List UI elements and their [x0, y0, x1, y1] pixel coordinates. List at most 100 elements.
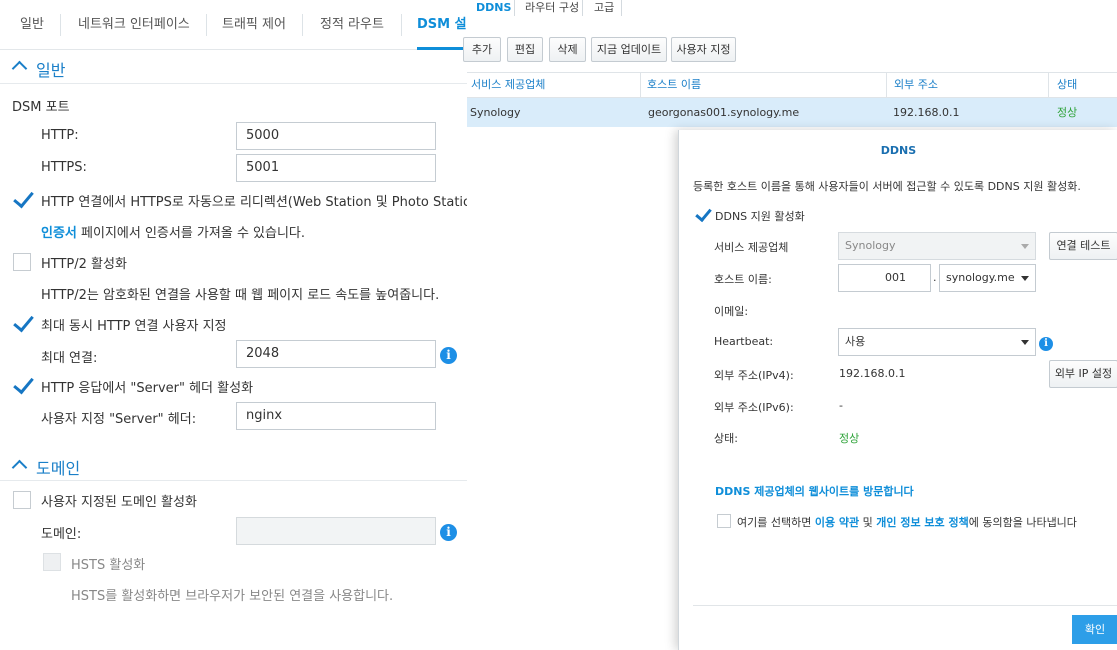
dsm-port-label: DSM 포트	[12, 100, 70, 115]
server-header-checkbox[interactable]	[12, 375, 34, 395]
http2-label: HTTP/2 활성화	[41, 257, 127, 272]
tab-divider	[401, 14, 402, 36]
privacy-policy-link[interactable]: 개인 정보 보호 정책	[876, 516, 968, 529]
provider-select[interactable]: Synology	[838, 232, 1036, 260]
ipv6-value: -	[839, 399, 843, 412]
max-connections-label: 최대 연결:	[41, 351, 98, 366]
provider-label: 서비스 제공업체	[714, 241, 789, 254]
edit-button[interactable]: 편집	[507, 37, 543, 62]
https-port-input[interactable]: 5001	[236, 154, 436, 182]
ipv6-label: 외부 주소(IPv6):	[714, 401, 794, 414]
email-label: 이메일:	[714, 305, 749, 318]
section-title-domain[interactable]: 도메인	[36, 455, 80, 479]
domain-select-value: synology.me	[946, 271, 1015, 284]
max-connections-checkbox[interactable]	[12, 313, 34, 333]
server-header-input[interactable]: nginx	[236, 402, 436, 430]
info-icon[interactable]: i	[440, 347, 457, 364]
enable-ddns-checkbox[interactable]	[695, 206, 711, 222]
hostname-input[interactable]: 001	[838, 264, 931, 292]
section-divider	[0, 83, 467, 84]
chevron-down-icon	[1021, 276, 1029, 281]
cell-external-address: 192.168.0.1	[893, 106, 960, 119]
customize-button[interactable]: 사용자 지정	[671, 37, 736, 62]
visit-provider-link[interactable]: DDNS 제공업체의 웹사이트를 방문합니다	[715, 485, 914, 498]
chevron-up-icon[interactable]	[11, 60, 28, 77]
visit-provider-hint: DDNS 제공업체의 웹사이트를 방문합니다	[715, 483, 914, 499]
section-title-general[interactable]: 일반	[36, 57, 65, 81]
terms-and: 및	[859, 516, 877, 529]
https-redirect-label: HTTP 연결에서 HTTPS로 자동으로 리디렉션(Web Station 및…	[41, 195, 467, 210]
status-value: 정상	[839, 432, 860, 445]
tab-ddns[interactable]: DDNS	[476, 0, 511, 20]
https-redirect-checkbox[interactable]	[12, 189, 34, 209]
https-port-label: HTTPS:	[41, 160, 87, 175]
server-header-check-label: HTTP 응답에서 "Server" 헤더 활성화	[41, 381, 254, 396]
status-label: 상태:	[714, 432, 738, 445]
hsts-checkbox[interactable]	[43, 553, 61, 571]
max-connections-check-label: 최대 동시 HTTP 연결 사용자 지정	[41, 319, 227, 334]
hsts-label: HSTS 활성화	[71, 558, 146, 573]
table-row[interactable]: Synology georgonas001.synology.me 192.16…	[467, 98, 1117, 127]
dsm-settings-panel: 일반 네트워크 인터페이스 트래픽 제어 정적 라우트 DSM 설정 일반 DS…	[0, 0, 467, 650]
tab-static-route[interactable]: 정적 라우트	[320, 0, 384, 50]
external-ip-button[interactable]: 외부 IP 설정	[1049, 360, 1117, 388]
certificate-hint-text: 페이지에서 인증서를 가져올 수 있습니다.	[76, 226, 306, 241]
column-status[interactable]: 상태	[1057, 73, 1077, 97]
tab-divider	[302, 14, 303, 36]
tab-divider	[621, 0, 622, 16]
http2-description: HTTP/2는 암호화된 연결을 사용할 때 웹 페이지 로드 속도를 높여줍니…	[41, 288, 440, 303]
chevron-up-icon[interactable]	[11, 459, 28, 476]
info-icon[interactable]: i	[440, 524, 457, 541]
terms-suffix: 에 동의함을 나타냅니다	[968, 516, 1077, 529]
ipv4-label: 외부 주소(IPv4):	[714, 369, 794, 382]
chevron-down-icon	[1021, 340, 1029, 345]
dialog-title: DDNS	[880, 144, 917, 157]
test-connection-button[interactable]: 연결 테스트	[1049, 232, 1117, 260]
cell-status: 정상	[1057, 106, 1078, 119]
tab-divider	[206, 14, 207, 36]
domain-select[interactable]: synology.me	[939, 264, 1036, 292]
provider-select-value: Synology	[845, 239, 896, 252]
column-hostname[interactable]: 호스트 이름	[647, 73, 701, 97]
heartbeat-select-value: 사용	[845, 335, 866, 348]
tab-network-interface[interactable]: 네트워크 인터페이스	[78, 0, 190, 50]
ddns-dialog: DDNS 등록한 호스트 이름을 통해 사용자들이 서버에 접근할 수 있도록 …	[678, 130, 1117, 650]
enable-ddns-label: DDNS 지원 활성화	[715, 210, 805, 223]
custom-domain-label: 사용자 지정된 도메인 활성화	[41, 495, 197, 510]
terms-of-service-link[interactable]: 이용 약관	[815, 516, 859, 529]
ddns-tab-bar: DDNS 라우터 구성 고급	[467, 0, 1117, 22]
terms-checkbox[interactable]	[717, 514, 731, 528]
chevron-down-icon	[1021, 244, 1029, 249]
domain-input[interactable]	[236, 517, 436, 545]
hostname-label: 호스트 이름:	[714, 273, 772, 286]
heartbeat-label: Heartbeat:	[714, 335, 774, 348]
http-port-input[interactable]: 5000	[236, 122, 436, 150]
column-divider	[886, 73, 887, 97]
custom-domain-checkbox[interactable]	[13, 491, 31, 509]
ipv4-value: 192.168.0.1	[839, 367, 906, 380]
tab-advanced[interactable]: 고급	[594, 0, 614, 20]
info-icon[interactable]: i	[1039, 337, 1053, 351]
tab-traffic-control[interactable]: 트래픽 제어	[222, 0, 286, 50]
http-port-label: HTTP:	[41, 128, 79, 143]
certificate-hint: 인증서 페이지에서 인증서를 가져올 수 있습니다.	[41, 222, 305, 241]
heartbeat-select[interactable]: 사용	[838, 328, 1036, 356]
add-button[interactable]: 추가	[463, 37, 501, 62]
hsts-description: HSTS를 활성화하면 브라우저가 보안된 연결을 사용합니다.	[71, 589, 394, 604]
update-now-button[interactable]: 지금 업데이트	[591, 37, 667, 62]
column-divider	[1048, 73, 1049, 97]
column-provider[interactable]: 서비스 제공업체	[471, 73, 545, 97]
tab-dsm-settings[interactable]: DSM 설정	[417, 0, 467, 50]
server-header-label: 사용자 지정 "Server" 헤더:	[41, 412, 197, 427]
max-connections-input[interactable]: 2048	[236, 340, 436, 368]
tab-divider	[514, 0, 515, 16]
terms-prefix: 여기를 선택하면	[737, 516, 815, 529]
ok-button[interactable]: 확인	[1072, 615, 1117, 644]
terms-label: 여기를 선택하면 이용 약관 및 개인 정보 보호 정책에 동의함을 나타냅니다	[737, 514, 1077, 530]
http2-checkbox[interactable]	[13, 253, 31, 271]
certificate-link[interactable]: 인증서	[41, 226, 77, 241]
column-external-address[interactable]: 외부 주소	[894, 73, 938, 97]
tab-router-config[interactable]: 라우터 구성	[525, 0, 579, 20]
tab-general[interactable]: 일반	[20, 0, 44, 50]
delete-button[interactable]: 삭제	[549, 37, 586, 62]
